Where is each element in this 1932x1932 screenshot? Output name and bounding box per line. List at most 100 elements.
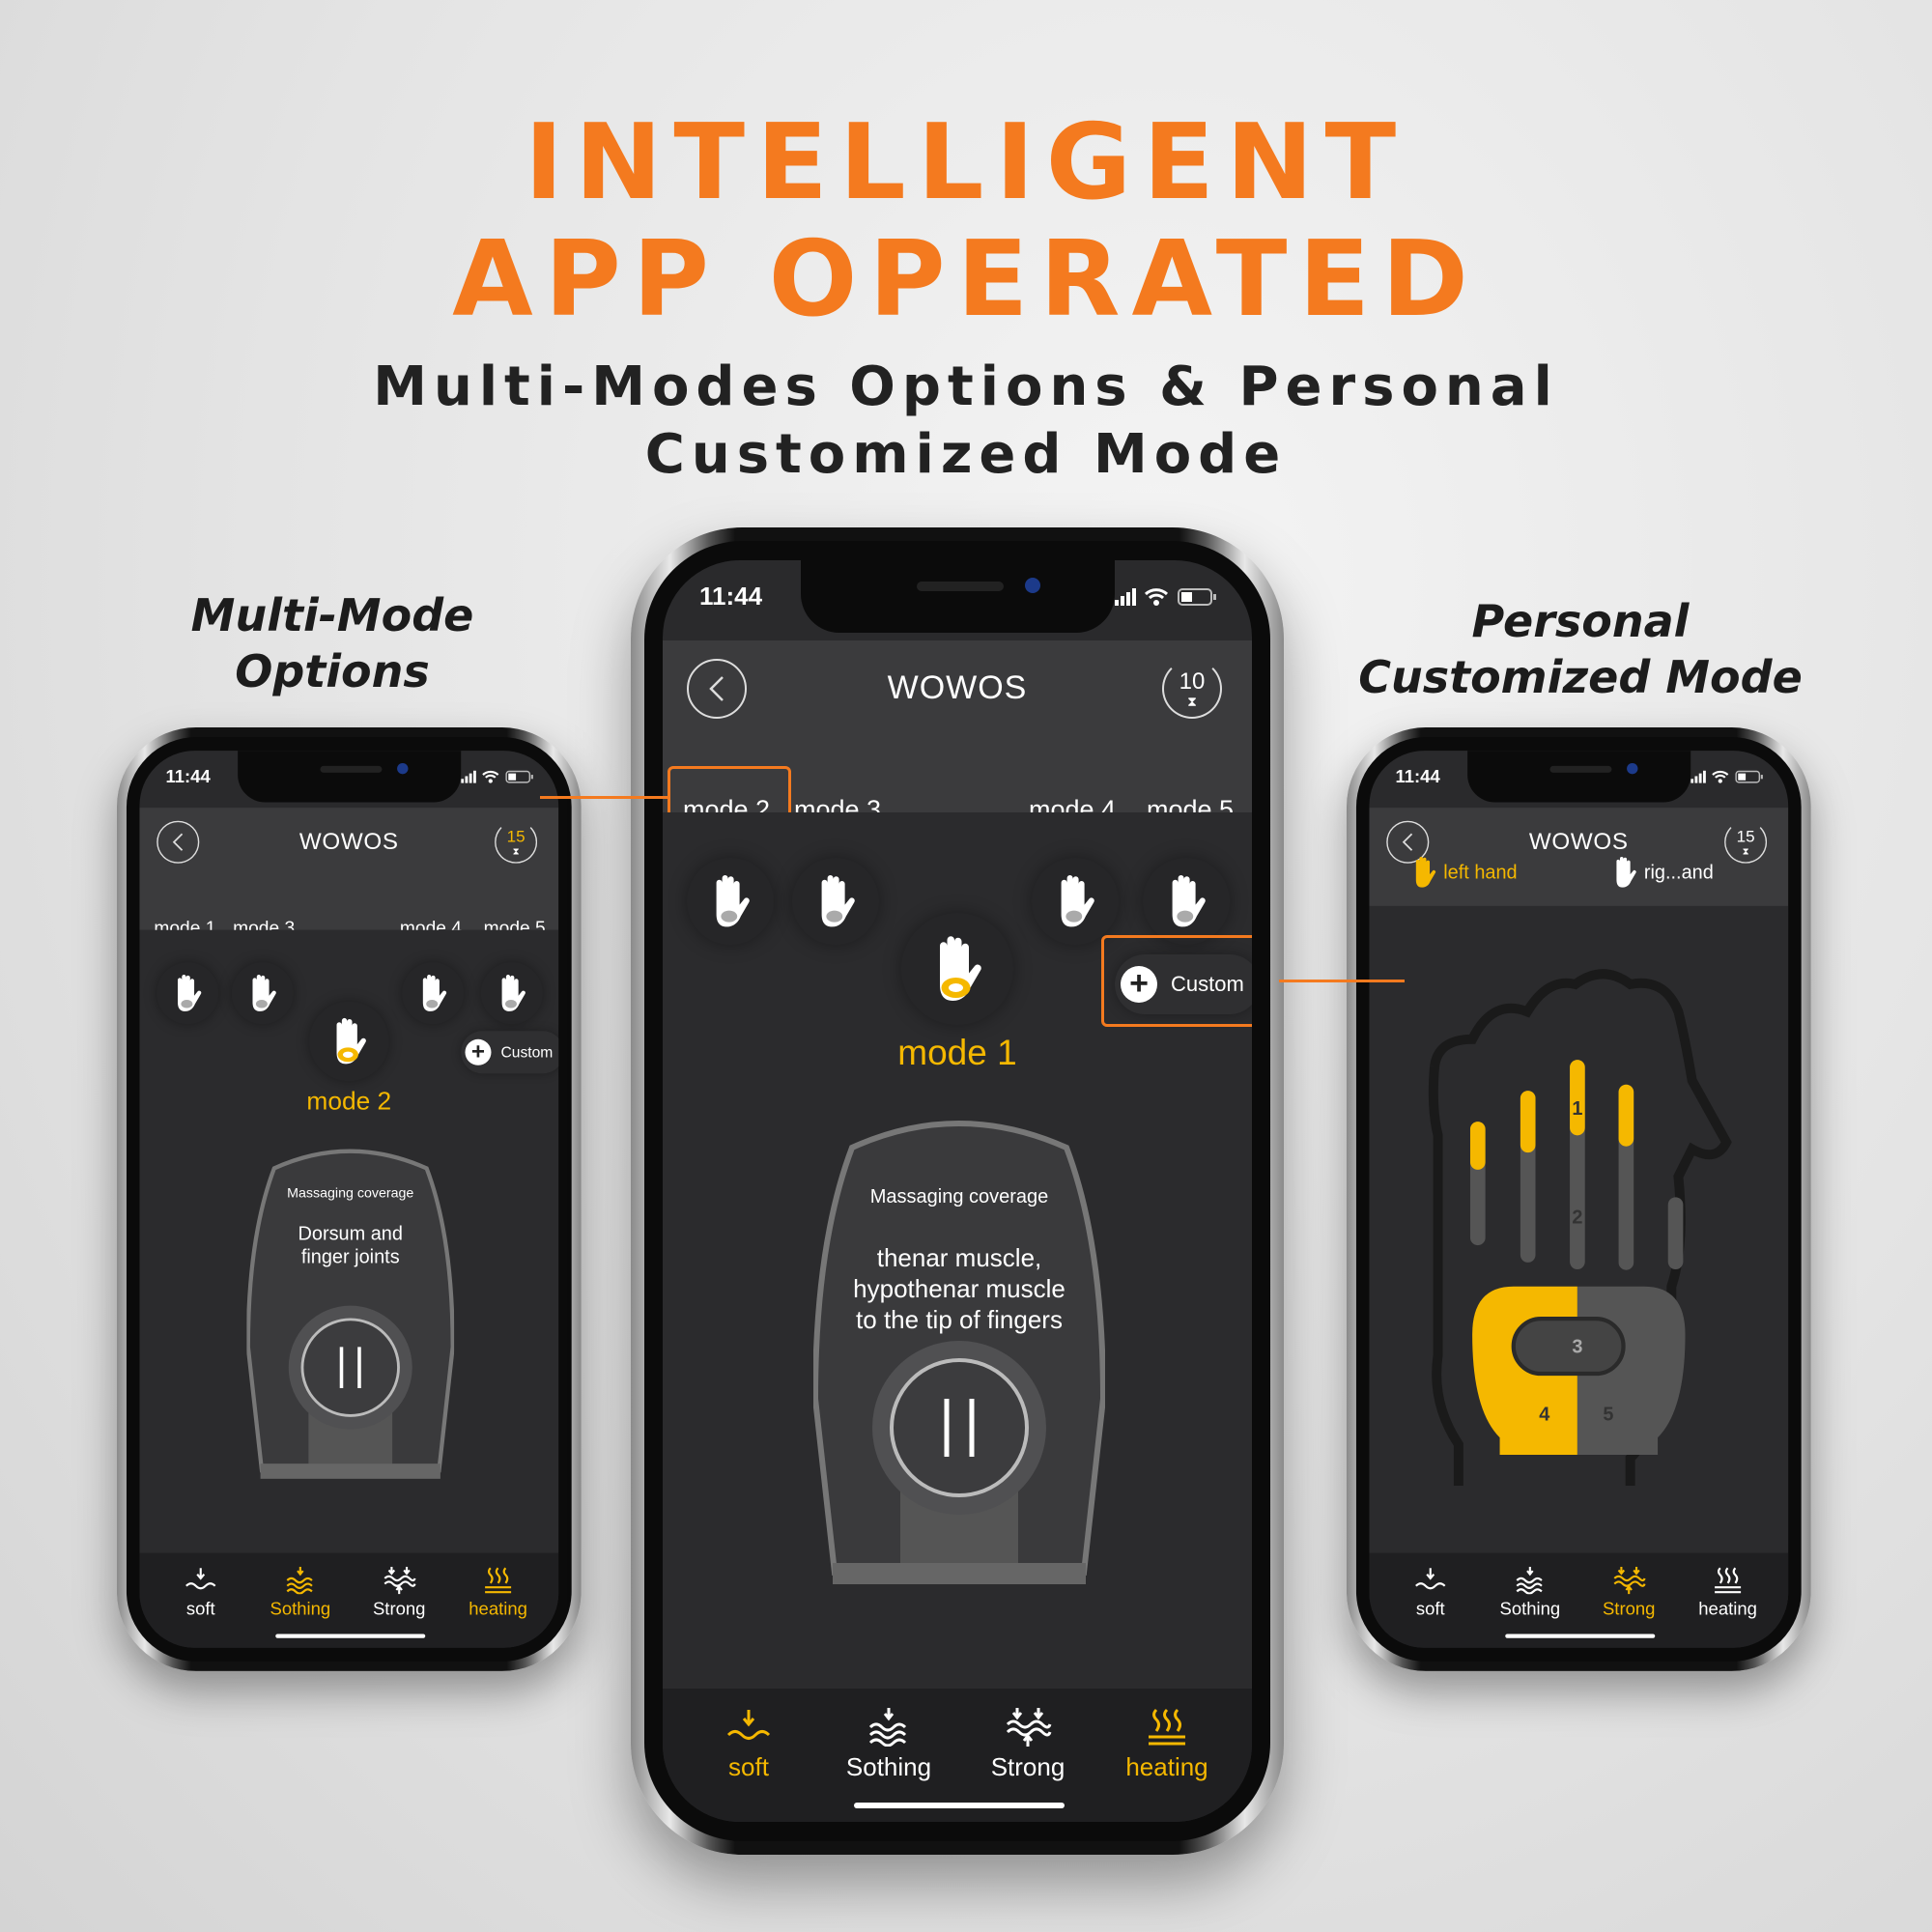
coverage-line: Dorsum and (298, 1222, 403, 1244)
right-phone: 11:44 WOWOS 15 ⧗ left hand rig...and 1 2 … (1347, 727, 1811, 1671)
intensity-tab-bar: soft Sothing Strong heating (1369, 1552, 1789, 1648)
timer-button[interactable]: 15 ⧗ (495, 820, 538, 864)
home-indicator (275, 1634, 426, 1638)
tab-strong[interactable]: Strong (970, 1708, 1086, 1782)
hand-icon (1052, 873, 1098, 929)
mode-hand-button[interactable] (1143, 858, 1230, 945)
heating-icon (1711, 1567, 1746, 1594)
right-caption-line1: Personal (1471, 595, 1690, 647)
mode-hand-button[interactable] (1032, 858, 1119, 945)
right-phone-screen: 11:44 WOWOS 15 ⧗ left hand rig...and 1 2 … (1369, 751, 1789, 1648)
custom-button[interactable]: + Custom (461, 1031, 559, 1074)
coverage-title: Massaging coverage (287, 1185, 414, 1201)
hand-icon (246, 974, 279, 1013)
mode-hand-button[interactable] (687, 858, 774, 945)
status-icons (1115, 585, 1221, 609)
tab-label: Strong (1602, 1598, 1656, 1619)
tab-strong[interactable]: Strong (1588, 1567, 1670, 1620)
status-time: 11:44 (165, 765, 211, 787)
hand-icon (496, 974, 528, 1013)
intensity-tab-bar: soft Sothing Strong heating (663, 1689, 1252, 1822)
zone-2[interactable]: 2 (1572, 1207, 1582, 1228)
sothing-icon (283, 1567, 318, 1594)
left-phone-screen: 11:44 WOWOS 15 ⧗ mode 1 mode 3 mode 4 mod… (139, 751, 559, 1648)
hand-icon (707, 873, 753, 929)
hand-icon (171, 974, 204, 1013)
finger-bars (1469, 1060, 1684, 1270)
coverage-panel: Massaging coverage thenar muscle, hypothe… (813, 1109, 1105, 1602)
mode-hand-button[interactable] (480, 962, 543, 1025)
left-caption-line1: Multi-Mode (190, 589, 474, 641)
left-caption-line2: Options (235, 645, 430, 697)
mode-hand-button[interactable] (402, 962, 465, 1025)
soft-icon (1413, 1567, 1448, 1594)
right-caption: Personal Customized Mode (1329, 593, 1832, 705)
coverage-line: thenar muscle, (876, 1243, 1042, 1272)
hand-icon (812, 873, 859, 929)
tab-heating[interactable]: heating (1687, 1567, 1769, 1620)
intensity-tab-bar: soft Sothing Strong heating (139, 1552, 559, 1648)
mode-hand-button[interactable] (156, 962, 219, 1025)
zone-5[interactable]: 5 (1603, 1404, 1613, 1425)
coverage-title: Massaging coverage (869, 1186, 1049, 1208)
heating-icon (481, 1567, 516, 1594)
tab-soft[interactable]: soft (1389, 1567, 1471, 1620)
tab-heating[interactable]: heating (1109, 1708, 1225, 1782)
custom-label: Custom (500, 1043, 554, 1061)
tab-label: Strong (990, 1752, 1065, 1781)
coverage-description: thenar muscle, hypothenar muscle to the ti… (813, 1242, 1105, 1335)
right-caption-line2: Customized Mode (1358, 651, 1803, 703)
coverage-line: finger joints (300, 1245, 400, 1267)
hand-icon (328, 1016, 370, 1065)
tab-soft[interactable]: soft (691, 1708, 807, 1782)
status-icons (461, 769, 536, 785)
tab-label: soft (728, 1752, 769, 1781)
zone-1[interactable]: 1 (1572, 1098, 1582, 1120)
tab-sothing[interactable]: Sothing (259, 1567, 341, 1620)
tab-label: soft (1415, 1598, 1445, 1619)
zone-4[interactable]: 4 (1539, 1404, 1549, 1425)
mode-hand-button[interactable] (792, 858, 879, 945)
tab-label: soft (185, 1598, 215, 1619)
left-caption: Multi-Mode Options (81, 587, 583, 699)
sothing-icon (865, 1708, 913, 1747)
active-mode-hand[interactable] (309, 1001, 389, 1082)
headline-line1: INTELLIGENT (524, 102, 1408, 223)
home-indicator (1505, 1634, 1656, 1638)
coverage-panel: Massaging coverage Dorsum and finger join… (246, 1141, 455, 1492)
soft-icon (184, 1567, 218, 1594)
zone-3[interactable]: 3 (1572, 1337, 1582, 1358)
connector-line-right (1279, 980, 1405, 982)
hand-icon (1163, 873, 1209, 929)
coverage-line: to the tip of fingers (856, 1305, 1063, 1334)
tab-label: Sothing (270, 1598, 331, 1619)
tab-label: Sothing (1499, 1598, 1561, 1619)
heating-icon (1143, 1708, 1191, 1747)
timer-value: 15 (506, 827, 526, 847)
soft-icon (724, 1708, 773, 1747)
sothing-icon (1513, 1567, 1548, 1594)
strong-icon (382, 1567, 416, 1594)
tab-sothing[interactable]: Sothing (1489, 1567, 1571, 1620)
status-time: 11:44 (699, 582, 763, 611)
hand-icon (416, 974, 449, 1013)
mode-hand-button[interactable] (231, 962, 294, 1025)
active-mode-hand[interactable] (901, 913, 1013, 1025)
tab-heating[interactable]: heating (457, 1567, 539, 1620)
subheadline-line2: Customized Mode (644, 423, 1288, 486)
center-phone: 11:44 WOWOS 10 ⧗ mode 2 mode 3 mode 4 mod… (631, 527, 1284, 1855)
tab-label: Sothing (845, 1752, 932, 1781)
timer-button[interactable]: 10 ⧗ (1162, 659, 1222, 719)
strong-icon (1611, 1567, 1646, 1594)
tab-label: heating (469, 1598, 527, 1619)
home-indicator (854, 1803, 1065, 1808)
tab-strong[interactable]: Strong (358, 1567, 440, 1620)
active-mode-label: mode 2 (306, 1086, 392, 1116)
plus-icon: + (465, 1038, 492, 1065)
connector-line-left (540, 796, 668, 799)
tab-label: heating (1698, 1598, 1757, 1619)
hand-zone-diagram: 1 2 3 4 5 (1428, 969, 1732, 1486)
custom-highlight (1101, 935, 1252, 1027)
tab-sothing[interactable]: Sothing (831, 1708, 947, 1782)
tab-soft[interactable]: soft (159, 1567, 242, 1620)
